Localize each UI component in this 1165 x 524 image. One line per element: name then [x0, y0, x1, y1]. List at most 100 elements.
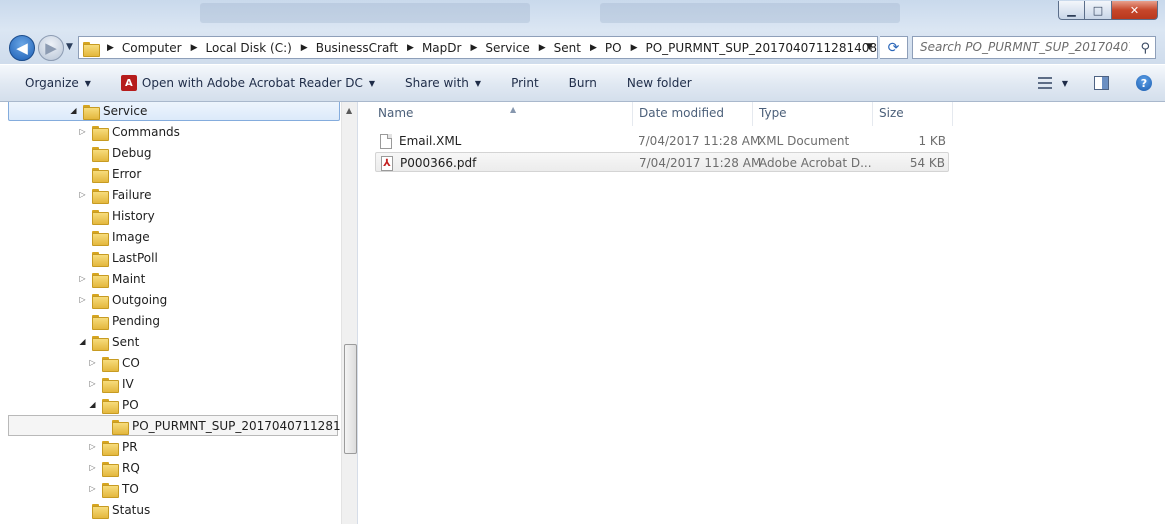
folder-icon: [92, 335, 109, 351]
scroll-up-arrow-icon[interactable]: ▲: [346, 106, 352, 115]
breadcrumb-separator-icon[interactable]: ▶: [470, 43, 477, 53]
tree-item-label: PO_PURMNT_SUP_20170407112814083: [132, 418, 358, 433]
file-row[interactable]: ⅄ P000366.pdf 7/04/2017 11:28 AM Adobe Acro…: [375, 152, 949, 172]
column-header-size[interactable]: Size: [873, 102, 953, 126]
expanded-arrow-icon[interactable]: ◢: [69, 106, 78, 115]
file-type: Adobe Acrobat D...: [759, 156, 872, 170]
tree-item-label: Sent: [112, 334, 140, 349]
tree-item[interactable]: Status: [78, 499, 150, 520]
views-dropdown[interactable]: ▼: [1062, 79, 1068, 88]
folder-icon: [92, 251, 109, 267]
breadcrumb-separator-icon[interactable]: ▶: [539, 43, 546, 53]
tree-item-label: Status: [112, 502, 151, 517]
tree-item-label: PR: [122, 439, 138, 454]
breadcrumb-item[interactable]: BusinessCraft: [316, 41, 398, 55]
tree-item[interactable]: ◢ Sent: [78, 331, 139, 352]
tree-item[interactable]: ▷ RQ: [88, 457, 140, 478]
breadcrumb-item[interactable]: Local Disk (C:): [206, 41, 292, 55]
collapsed-arrow-icon[interactable]: ▷: [78, 190, 87, 199]
preview-pane-icon[interactable]: [1094, 76, 1109, 90]
tree-item[interactable]: ◢ Service: [8, 102, 340, 121]
burn-button[interactable]: Burn: [551, 70, 609, 96]
breadcrumb-separator-icon[interactable]: ▶: [631, 43, 638, 53]
expanded-arrow-icon[interactable]: ◢: [88, 400, 97, 409]
folder-icon: [92, 314, 109, 330]
collapsed-arrow-icon[interactable]: ▷: [78, 127, 87, 136]
tree-item-label: TO: [122, 481, 139, 496]
new-folder-button[interactable]: New folder: [609, 70, 704, 96]
collapsed-arrow-icon[interactable]: ▷: [88, 484, 97, 493]
collapsed-arrow-icon[interactable]: ▷: [88, 358, 97, 367]
file-name: P000366.pdf: [400, 156, 477, 170]
tree-item[interactable]: PO_PURMNT_SUP_20170407112814083: [8, 415, 357, 436]
close-button[interactable]: ✕: [1112, 1, 1158, 20]
maximize-button[interactable]: □: [1085, 1, 1112, 20]
collapsed-arrow-icon[interactable]: ▷: [88, 463, 97, 472]
breadcrumb-item[interactable]: PO: [605, 41, 622, 55]
column-header-date[interactable]: Date modified: [633, 102, 753, 126]
organize-button[interactable]: Organize ▼: [0, 70, 103, 96]
tree-item[interactable]: ◢ PO: [88, 394, 139, 415]
collapsed-arrow-icon[interactable]: ▷: [88, 379, 97, 388]
chevron-down-icon: ▼: [84, 78, 91, 88]
tree-item[interactable]: ▷ CO: [88, 352, 140, 373]
breadcrumb-item[interactable]: PO_PURMNT_SUP_20170407112814083: [646, 41, 878, 55]
address-history-dropdown[interactable]: ▼: [866, 42, 873, 52]
search-icon[interactable]: ⚲: [1140, 38, 1150, 58]
breadcrumb-separator-icon[interactable]: ▶: [191, 43, 198, 53]
folder-icon: [92, 167, 109, 183]
forward-button[interactable]: ▶: [38, 35, 64, 61]
breadcrumb-separator-icon[interactable]: ▶: [407, 43, 414, 53]
views-icon[interactable]: [1037, 77, 1052, 89]
recent-pages-dropdown[interactable]: ▼: [66, 42, 73, 52]
navigation-scrollbar[interactable]: ▲: [341, 102, 357, 524]
breadcrumb-item[interactable]: Sent: [554, 41, 581, 55]
breadcrumb-separator-icon[interactable]: ▶: [590, 43, 597, 53]
tree-item[interactable]: Debug: [78, 142, 151, 163]
help-icon[interactable]: ?: [1136, 75, 1152, 91]
tree-item[interactable]: ▷ IV: [88, 373, 134, 394]
tree-item[interactable]: Error: [78, 163, 141, 184]
breadcrumb-item[interactable]: Computer: [122, 41, 182, 55]
tree-item[interactable]: ▷ PR: [88, 436, 138, 457]
back-button[interactable]: ◀: [9, 35, 35, 61]
refresh-button[interactable]: ⟳: [880, 36, 908, 59]
search-box[interactable]: ⚲: [912, 36, 1156, 59]
tree-item[interactable]: ▷ Outgoing: [78, 289, 167, 310]
tree-item[interactable]: ▷ Commands: [78, 121, 180, 142]
tree-item[interactable]: Pending: [78, 310, 160, 331]
file-size: 1 KB: [918, 134, 946, 148]
background-window-ghost: [200, 3, 530, 23]
tree-item-label: LastPoll: [112, 250, 158, 265]
collapsed-arrow-icon[interactable]: ▷: [78, 274, 87, 283]
breadcrumb-separator-icon[interactable]: ▶: [107, 43, 114, 53]
tree-item[interactable]: ▷ Maint: [78, 268, 145, 289]
print-button[interactable]: Print: [493, 70, 551, 96]
tree-item-label: Image: [112, 229, 150, 244]
tree-item[interactable]: ▷ Failure: [78, 184, 151, 205]
breadcrumb-separator-icon[interactable]: ▶: [301, 43, 308, 53]
chevron-down-icon: ▼: [474, 78, 482, 88]
scrollbar-thumb[interactable]: [344, 344, 357, 454]
address-bar[interactable]: ▶ Computer ▶ Local Disk (C:) ▶ BusinessCraft ▶…: [78, 36, 878, 59]
share-with-button[interactable]: Share with ▼: [387, 70, 493, 96]
tree-item[interactable]: Image: [78, 226, 150, 247]
open-with-button[interactable]: A Open with Adobe Acrobat Reader DC ▼: [103, 70, 387, 96]
expanded-arrow-icon[interactable]: ◢: [78, 337, 87, 346]
column-header-name[interactable]: Name ▲: [372, 102, 633, 126]
tree-item[interactable]: History: [78, 205, 155, 226]
tree-item[interactable]: ▷ TO: [88, 478, 139, 499]
chevron-down-icon[interactable]: ▼: [369, 79, 375, 88]
collapsed-arrow-icon[interactable]: ▷: [88, 442, 97, 451]
column-header-type[interactable]: Type: [753, 102, 873, 126]
file-row[interactable]: Email.XML 7/04/2017 11:28 AM XML Document 1…: [375, 131, 949, 151]
background-window-ghost: [600, 3, 900, 23]
minimize-button[interactable]: ▁: [1058, 1, 1085, 20]
search-input[interactable]: [920, 37, 1130, 58]
breadcrumb-item[interactable]: Service: [485, 41, 529, 55]
folder-icon: [83, 41, 100, 57]
tree-item[interactable]: LastPoll: [78, 247, 158, 268]
collapsed-arrow-icon[interactable]: ▷: [78, 295, 87, 304]
breadcrumb-item[interactable]: MapDr: [422, 41, 462, 55]
tree-item-label: RQ: [122, 460, 140, 475]
